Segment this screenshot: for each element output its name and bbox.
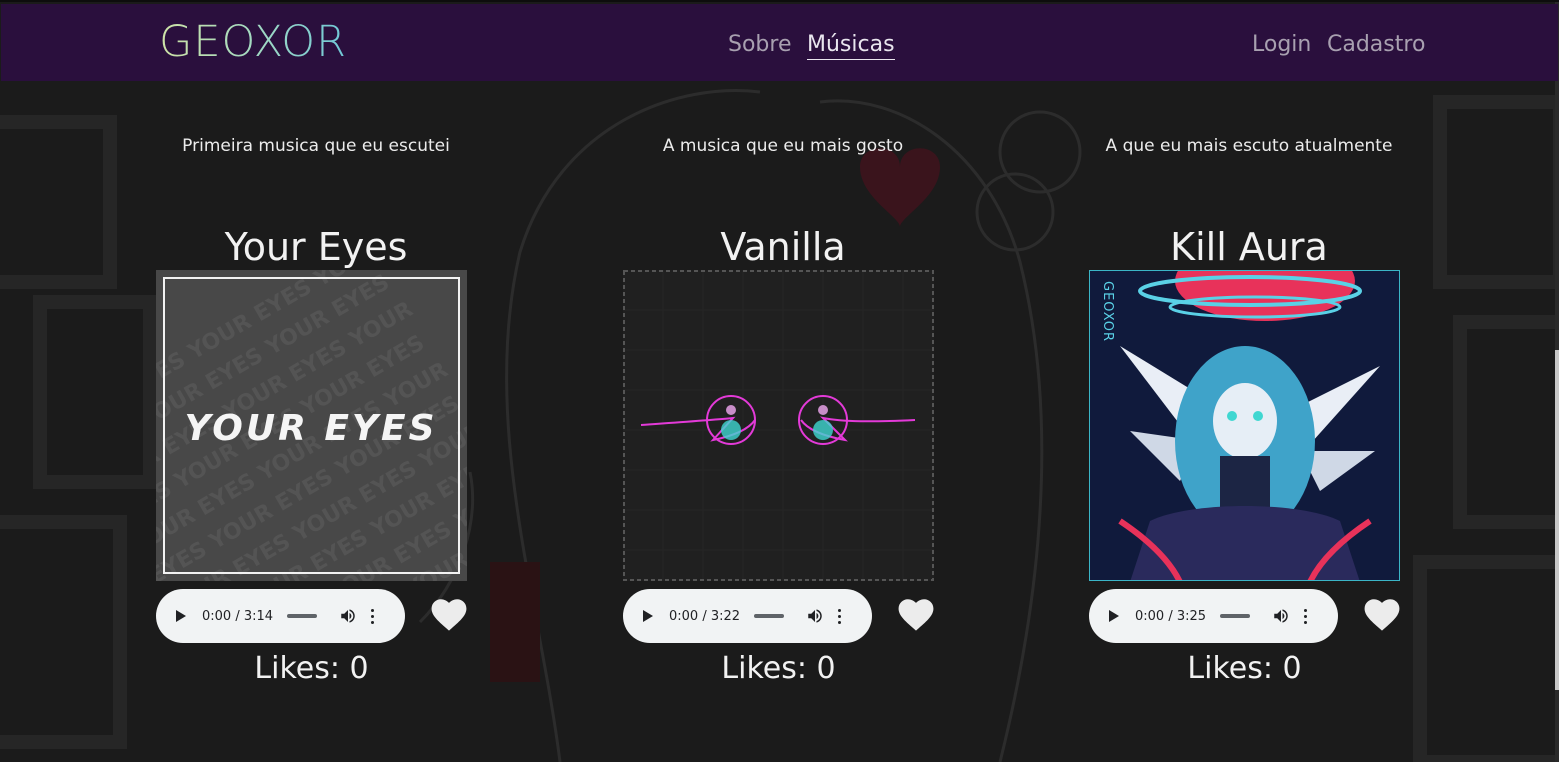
volume-icon[interactable] (339, 607, 357, 625)
album-cover: GEOXOR (1089, 270, 1400, 581)
likes-count: Likes: 0 (254, 651, 369, 686)
like-heart-icon[interactable] (430, 596, 468, 632)
likes-count: Likes: 0 (1187, 651, 1302, 686)
like-heart-icon[interactable] (897, 596, 935, 632)
audio-time: 0:00 / 3:22 (669, 608, 741, 624)
album-cover-art (623, 270, 934, 581)
audio-player[interactable]: 0:00 / 3:25 (1089, 589, 1338, 643)
album-cover-art: GEOXOR (1090, 271, 1399, 580)
likes-count: Likes: 0 (721, 651, 836, 686)
audio-progress-bar[interactable] (754, 614, 785, 618)
album-cover-art: YOUR EYES YOUR EYES YOUR EYES YOUR EYES … (156, 270, 467, 581)
song-title: Your Eyes (224, 225, 408, 269)
song-title: Kill Aura (1170, 225, 1328, 269)
song-caption: Primeira musica que eu escutei (182, 136, 450, 156)
site-logo[interactable]: GEOXOR (159, 18, 347, 66)
volume-icon[interactable] (1272, 607, 1290, 625)
song-caption: A musica que eu mais gosto (662, 136, 904, 156)
play-icon[interactable] (643, 610, 653, 622)
more-options-icon[interactable] (838, 608, 842, 624)
more-options-icon[interactable] (1304, 608, 1308, 624)
audio-progress-bar[interactable] (287, 614, 318, 618)
song-title: Vanilla (720, 225, 846, 269)
audio-time: 0:00 / 3:14 (202, 608, 274, 624)
nav-link-login[interactable]: Login (1252, 31, 1311, 59)
cover-title-text: YOUR EYES (184, 408, 437, 449)
navbar: GEOXOR Sobre Músicas Login Cadastro (1, 4, 1558, 81)
audio-player[interactable]: 0:00 / 3:22 (623, 589, 872, 643)
more-options-icon[interactable] (371, 608, 375, 624)
volume-icon[interactable] (806, 607, 824, 625)
page: GEOXOR Sobre Músicas Login Cadastro Prim… (0, 0, 1559, 762)
audio-player[interactable]: 0:00 / 3:14 (156, 589, 405, 643)
nav-link-sobre[interactable]: Sobre (728, 31, 792, 59)
nav-link-musicas[interactable]: Músicas (807, 31, 895, 60)
audio-time: 0:00 / 3:25 (1135, 608, 1207, 624)
cover-brand-text: GEOXOR (1100, 281, 1115, 342)
play-icon[interactable] (176, 610, 186, 622)
album-cover: YOUR EYES YOUR EYES YOUR EYES YOUR EYES … (156, 270, 467, 581)
like-heart-icon[interactable] (1363, 596, 1401, 632)
audio-progress-bar[interactable] (1220, 614, 1251, 618)
song-caption: A que eu mais escuto atualmente (1105, 136, 1393, 156)
songs-section: Primeira musica que eu escutei Your Eyes… (0, 81, 1559, 762)
album-cover (623, 270, 934, 581)
nav-link-cadastro[interactable]: Cadastro (1327, 31, 1425, 59)
play-icon[interactable] (1109, 610, 1119, 622)
